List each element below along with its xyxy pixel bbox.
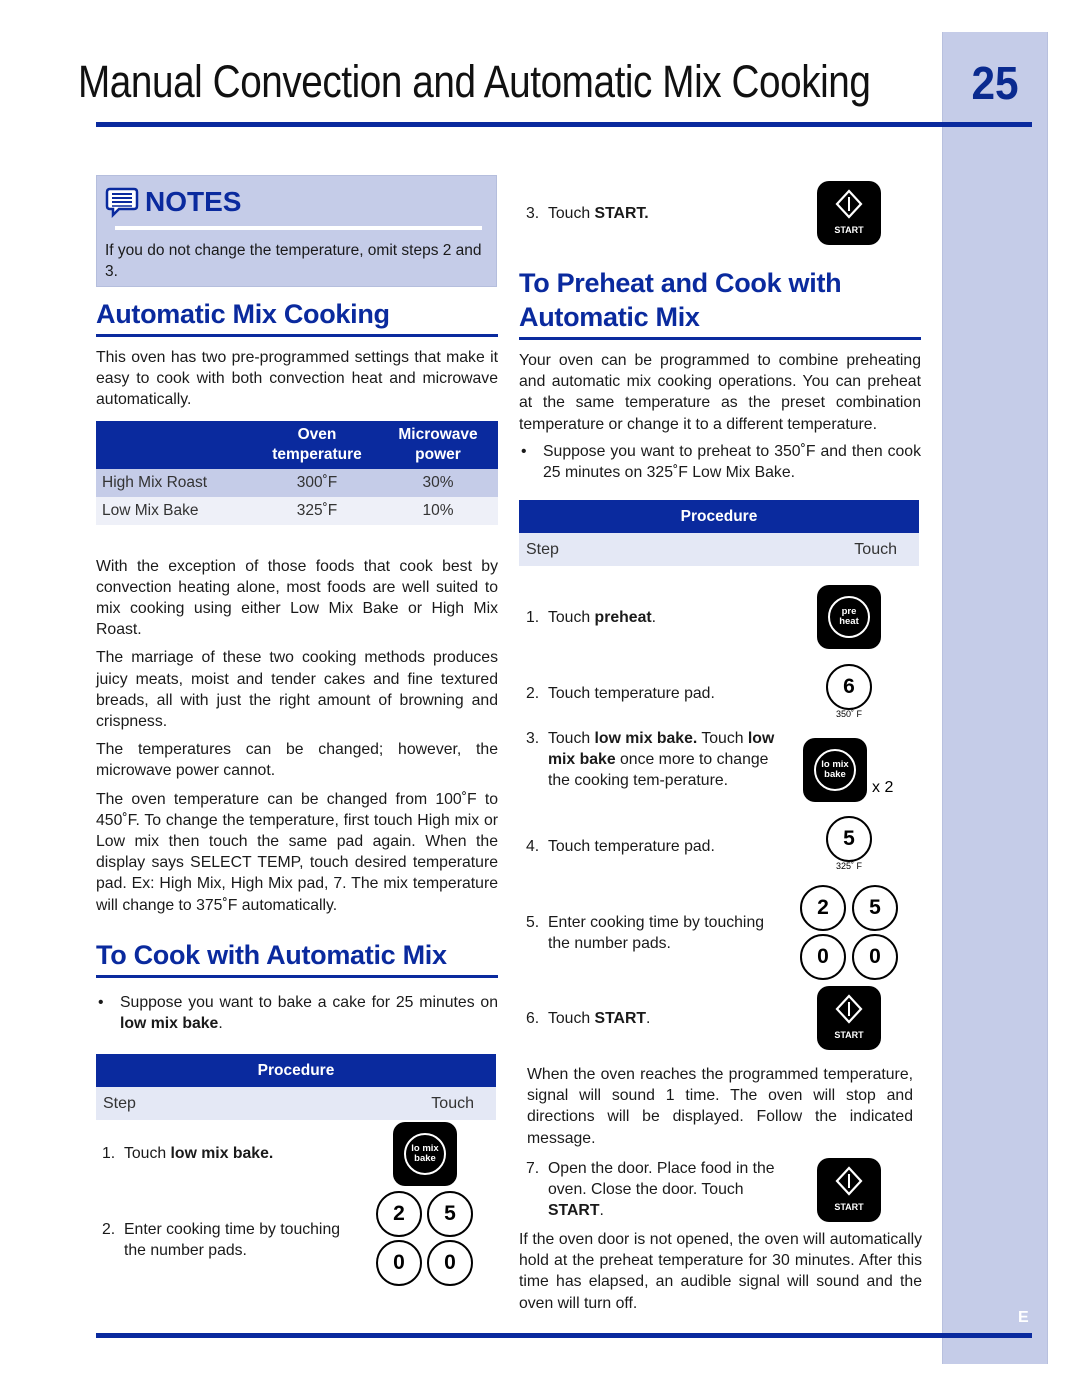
notes-speech-bubble-icon [105,187,139,218]
bullet-dot: • [98,993,104,1011]
cook-with-mix-bullet: • Suppose you want to bake a cake for 25… [96,992,498,1034]
temperature-pad-caption: 350˚ F [835,709,862,719]
setting-name: Low Mix Bake [96,496,256,525]
number-pad-2[interactable]: 2 [800,885,846,931]
notes-divider [115,226,482,230]
procedure-table-left: Procedure Step Touch [96,1054,496,1121]
automatic-mix-heading: Automatic Mix Cooking [96,299,390,329]
start-diamond-icon [835,1166,863,1196]
page-title: Manual Convection and Automatic Mix Cook… [78,56,871,107]
automatic-mix-intro: This oven has two pre-programmed setting… [96,349,498,409]
right-step-6: 6. Touch START. [526,1010,651,1027]
section-rule [519,337,921,340]
temperature-pad-caption: 325˚ F [835,861,862,871]
right-step-5: 5. Enter cooking time by touching the nu… [526,914,765,953]
language-mark: E [1018,1309,1029,1326]
bottom-rule [96,1333,1032,1338]
procedure-subheader: Step Touch [96,1087,496,1121]
procedure-header: Procedure [96,1054,496,1088]
mix-settings-table: Oven temperature Microwave power High Mix … [96,420,498,525]
signal-note: When the oven reaches the programmed tem… [527,1066,913,1147]
left-step-2: 2. Enter cooking time by touching the nu… [102,1221,341,1260]
number-pad-0[interactable]: 0 [427,1240,473,1286]
preheat-mix-bullet: • Suppose you want to preheat to 350˚F a… [519,441,921,483]
microwave-power: 30% [378,468,498,497]
start-pad[interactable]: START [817,181,881,245]
title-rule [96,122,1032,127]
procedure-subheader: Step Touch [519,533,919,567]
left-step-3-start: 3. Touch START. [526,205,649,222]
table-row: High Mix Roast 300˚F 30% [96,468,498,497]
right-step-7: 7. Open the door. Place food in the oven… [526,1160,775,1220]
right-step-3: 3. Touch low mix bake. Touch low mix bak… [526,730,775,790]
low-mix-bake-pad[interactable]: lo mix bake [803,738,867,802]
number-pad-0[interactable]: 0 [800,934,846,980]
mix-paragraph-2: The marriage of these two cooking method… [96,649,498,731]
preheat-pad[interactable]: pre heat [817,585,881,649]
mix-paragraph-3: The temperatures can be changed; however… [96,741,498,780]
notes-box: NOTES If you do not change the temperatu… [96,175,497,287]
number-pad-5[interactable]: 5 [427,1191,473,1237]
start-diamond-icon [835,189,863,219]
temperature-pad-6[interactable]: 6 [826,664,872,710]
table-header-setting [96,420,256,469]
column-touch: Touch [854,540,897,558]
table-header-microwave-power: Microwave power [378,420,498,469]
start-pad[interactable]: START [817,1158,881,1222]
temperature-pad-5[interactable]: 5 [826,816,872,862]
notes-text: If you do not change the temperature, om… [105,242,482,280]
hold-note: If the oven door is not opened, the oven… [519,1231,922,1312]
bullet-dot: • [521,442,527,460]
number-pad-0[interactable]: 0 [376,1240,422,1286]
start-pad[interactable]: START [817,986,881,1050]
number-pad-0[interactable]: 0 [852,934,898,980]
table-row: Low Mix Bake 325˚F 10% [96,496,498,525]
microwave-power: 10% [378,496,498,525]
notes-title: NOTES [145,186,242,217]
right-step-2: 2. Touch temperature pad. [526,685,715,702]
oven-temperature: 300˚F [256,468,378,497]
repeat-count: x 2 [872,779,894,796]
section-rule [96,334,498,337]
column-step: Step [526,540,559,558]
setting-name: High Mix Roast [96,468,256,497]
side-tab [942,32,1048,1364]
number-pad-2[interactable]: 2 [376,1191,422,1237]
start-diamond-icon [835,994,863,1024]
number-pad-5[interactable]: 5 [852,885,898,931]
mix-paragraph-4: The oven temperature can be changed from… [96,790,498,914]
oven-temperature: 325˚F [256,496,378,525]
right-step-4: 4. Touch temperature pad. [526,838,715,855]
preheat-mix-intro: Your oven can be programmed to combine p… [519,352,921,433]
mix-paragraph-1: With the exception of those foods that c… [96,557,498,639]
table-header-oven-temperature: Oven temperature [256,420,378,469]
preheat-mix-heading: To Preheat and Cook with Automatic Mix [519,268,842,332]
left-step-1: 1. Touch low mix bake. [102,1145,274,1162]
cook-with-mix-heading: To Cook with Automatic Mix [96,939,447,970]
procedure-table-right: Procedure Step Touch [519,500,919,567]
left-column: NOTES If you do not change the temperatu… [96,175,498,1121]
page-number: 25 [971,57,1019,109]
section-rule [96,974,498,978]
right-step-1: 1. Touch preheat. [526,609,657,626]
column-step: Step [103,1094,136,1112]
low-mix-bake-pad[interactable]: lo mix bake [393,1122,457,1186]
procedure-header: Procedure [519,500,919,534]
right-column: To Preheat and Cook with Automatic Mix Yo… [519,266,921,567]
column-touch: Touch [431,1094,474,1112]
